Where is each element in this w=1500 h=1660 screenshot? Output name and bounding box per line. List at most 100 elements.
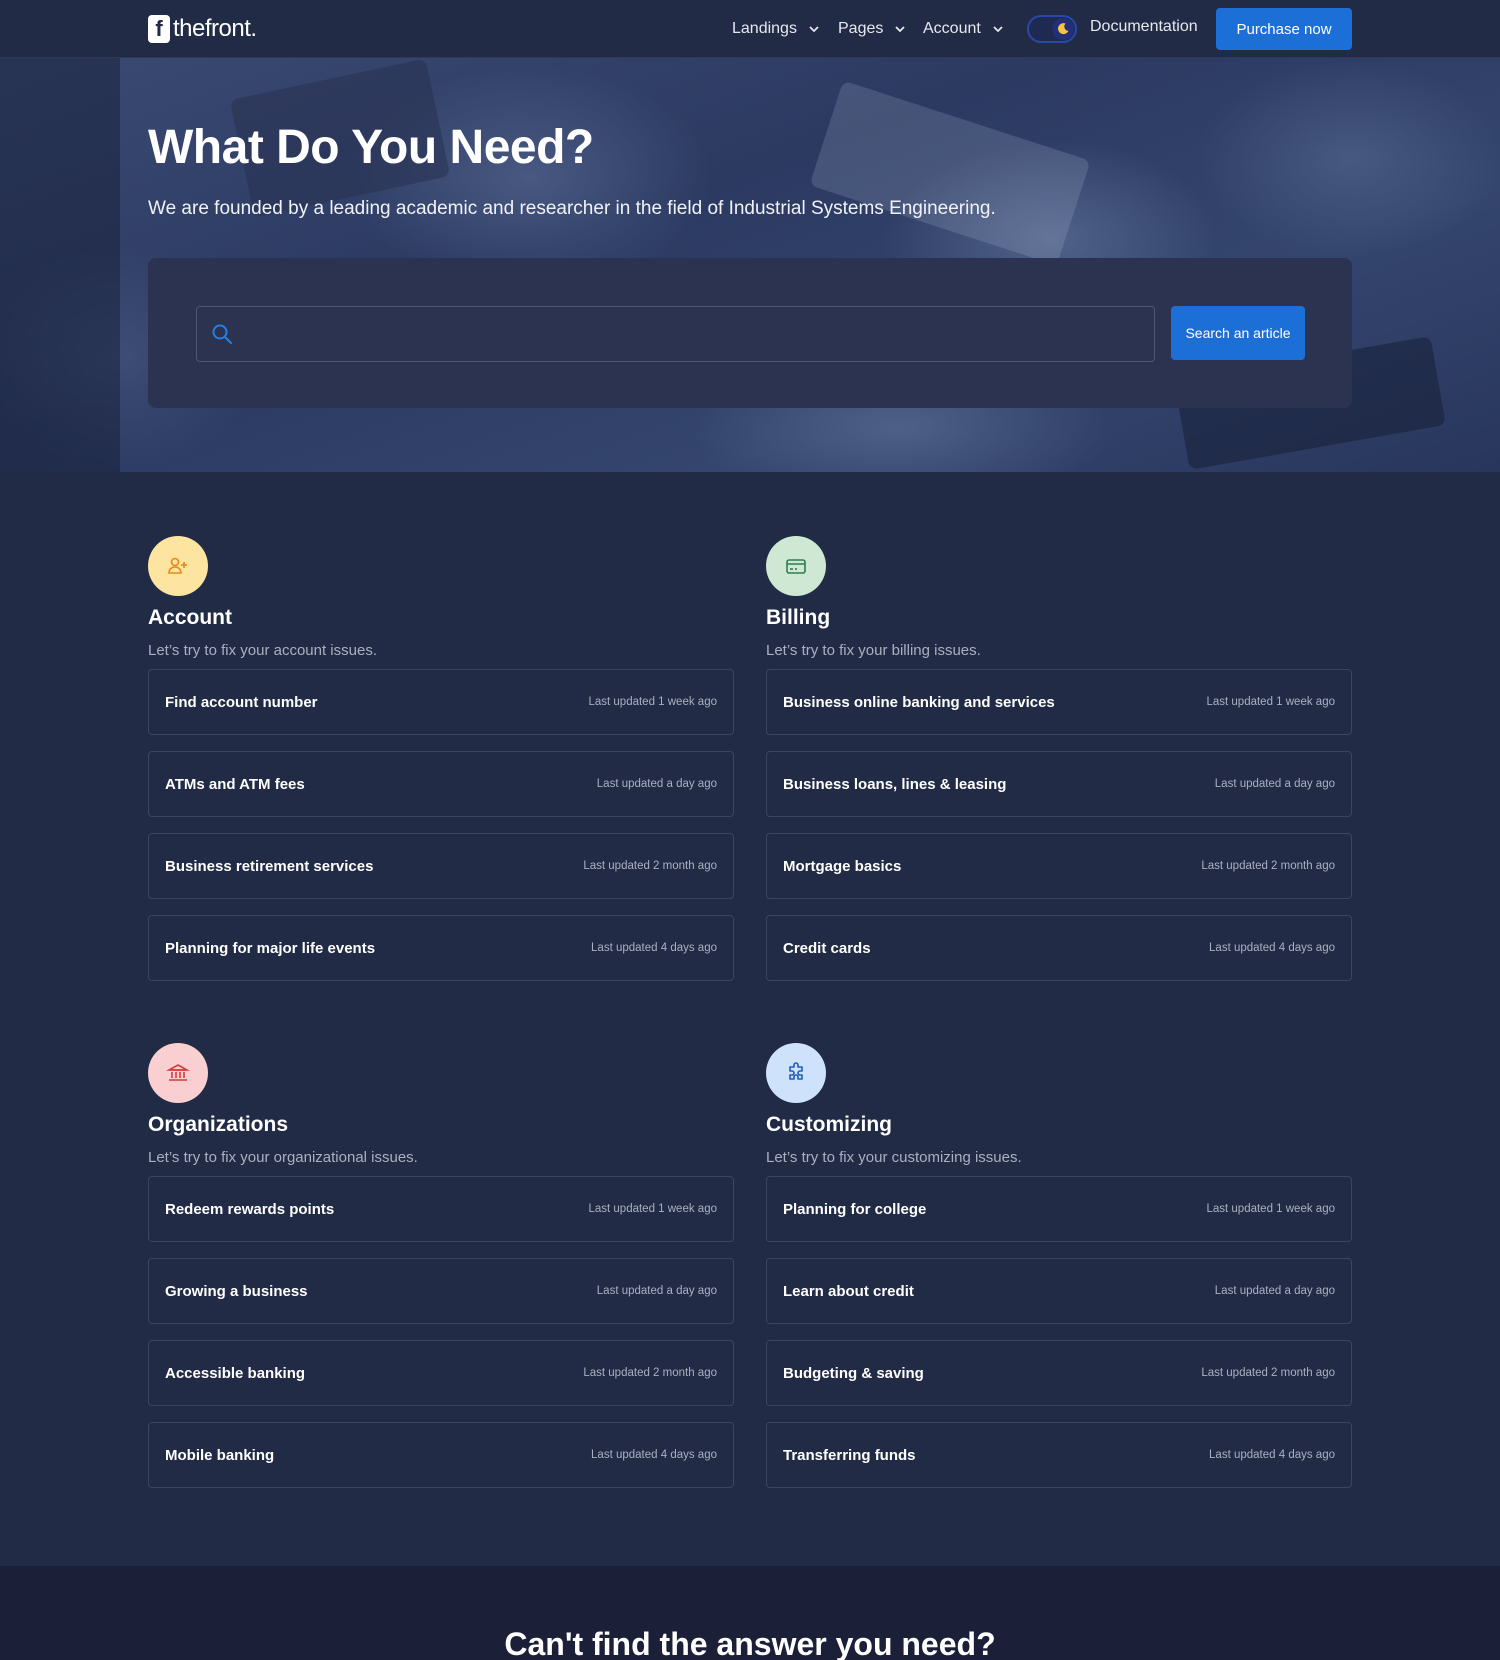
category-title: Organizations — [148, 1113, 289, 1136]
article-item[interactable]: Accessible banking Last updated 2 month … — [148, 1340, 734, 1406]
article-item[interactable]: Credit cards Last updated 4 days ago — [766, 915, 1352, 981]
article-item[interactable]: Business retirement services Last update… — [148, 833, 734, 899]
article-title: ATMs and ATM fees — [165, 775, 305, 793]
category-icon-wrap — [148, 1043, 208, 1103]
article-item[interactable]: Business loans, lines & leasing Last upd… — [766, 751, 1352, 817]
article-updated: Last updated 1 week ago — [588, 696, 717, 708]
article-title: Business retirement services — [165, 857, 374, 875]
user-plus-icon — [168, 557, 187, 574]
article-list: Business online banking and services Las… — [766, 669, 1352, 981]
article-title: Budgeting & saving — [783, 1364, 924, 1382]
article-updated: Last updated 1 week ago — [1206, 696, 1335, 708]
article-updated: Last updated 4 days ago — [1209, 942, 1335, 954]
nav-documentation[interactable]: Documentation — [1090, 18, 1198, 36]
article-updated: Last updated 2 month ago — [1201, 1367, 1335, 1379]
article-title: Accessible banking — [165, 1364, 306, 1382]
chevron-down-icon — [895, 26, 906, 33]
article-updated: Last updated a day ago — [1214, 1285, 1335, 1297]
puzzle-icon — [789, 1062, 803, 1080]
search-panel: Search an article — [148, 258, 1352, 408]
article-item[interactable]: Mortgage basics Last updated 2 month ago — [766, 833, 1352, 899]
article-list: Find account number Last updated 1 week … — [148, 669, 734, 981]
article-title: Mortgage basics — [783, 857, 902, 875]
nav-landings-label: Landings — [732, 20, 797, 37]
article-title: Credit cards — [783, 939, 871, 957]
category-title: Customizing — [766, 1113, 892, 1136]
article-updated: Last updated 4 days ago — [1209, 1449, 1335, 1461]
article-item[interactable]: Planning for major life events Last upda… — [148, 915, 734, 981]
chevron-down-icon — [993, 26, 1003, 33]
category-icon-wrap — [766, 1043, 826, 1103]
search-icon — [212, 324, 232, 344]
toggle-knob — [1052, 18, 1074, 40]
article-updated: Last updated 2 month ago — [583, 860, 717, 872]
category-billing: Billing Let’s try to fix your billing is… — [766, 536, 1352, 997]
article-item[interactable]: Mobile banking Last updated 4 days ago — [148, 1422, 734, 1488]
article-item[interactable]: Planning for college Last updated 1 week… — [766, 1176, 1352, 1242]
article-item[interactable]: Growing a business Last updated a day ag… — [148, 1258, 734, 1324]
hero-background-image — [0, 58, 120, 472]
category-customizing: Customizing Let’s try to fix your custom… — [766, 1043, 1352, 1504]
hero-subtitle: We are founded by a leading academic and… — [148, 198, 996, 219]
article-updated: Last updated a day ago — [596, 778, 717, 790]
article-item[interactable]: Budgeting & saving Last updated 2 month … — [766, 1340, 1352, 1406]
article-updated: Last updated 4 days ago — [591, 1449, 717, 1461]
article-title: Planning for major life events — [165, 939, 376, 957]
article-title: Business loans, lines & leasing — [783, 775, 1007, 793]
category-description: Let’s try to fix your account issues. — [148, 642, 377, 659]
article-updated: Last updated 4 days ago — [591, 942, 717, 954]
article-title: Mobile banking — [165, 1446, 275, 1464]
purchase-button[interactable]: Purchase now — [1216, 8, 1352, 50]
category-organizations: Organizations Let’s try to fix your orga… — [148, 1043, 734, 1504]
article-title: Business online banking and services — [783, 693, 1055, 711]
article-title: Planning for college — [783, 1200, 927, 1218]
article-title: Growing a business — [165, 1282, 308, 1300]
article-item[interactable]: Transferring funds Last updated 4 days a… — [766, 1422, 1352, 1488]
article-item[interactable]: ATMs and ATM fees Last updated a day ago — [148, 751, 734, 817]
moon-icon — [1058, 23, 1069, 35]
nav-landings[interactable]: Landings — [732, 16, 819, 42]
nav-pages-label: Pages — [838, 20, 884, 37]
article-updated: Last updated 1 week ago — [1206, 1203, 1335, 1215]
hero-background-image — [809, 80, 1091, 266]
article-item[interactable]: Business online banking and services Las… — [766, 669, 1352, 735]
article-updated: Last updated 2 month ago — [583, 1367, 717, 1379]
credit-card-icon — [786, 559, 806, 574]
logo[interactable]: f thefront. — [148, 14, 257, 44]
article-title: Redeem rewards points — [165, 1200, 335, 1218]
article-list: Redeem rewards points Last updated 1 wee… — [148, 1176, 734, 1488]
article-updated: Last updated a day ago — [596, 1285, 717, 1297]
category-icon-wrap — [148, 536, 208, 596]
article-updated: Last updated a day ago — [1214, 778, 1335, 790]
category-icon-wrap — [766, 536, 826, 596]
article-title: Transferring funds — [783, 1446, 916, 1464]
article-list: Planning for college Last updated 1 week… — [766, 1176, 1352, 1488]
article-item[interactable]: Redeem rewards points Last updated 1 wee… — [148, 1176, 734, 1242]
category-title: Account — [148, 606, 232, 629]
article-item[interactable]: Learn about credit Last updated a day ag… — [766, 1258, 1352, 1324]
logo-text: thefront. — [173, 15, 257, 42]
article-title: Find account number — [165, 693, 318, 711]
cta-section: Can't find the answer you need? — [0, 1566, 1500, 1660]
category-description: Let’s try to fix your customizing issues… — [766, 1149, 1022, 1166]
article-updated: Last updated 1 week ago — [588, 1203, 717, 1215]
article-item[interactable]: Find account number Last updated 1 week … — [148, 669, 734, 735]
bank-icon — [166, 1064, 190, 1081]
cta-title: Can't find the answer you need? — [504, 1626, 996, 1660]
top-navbar: f thefront. Landings Pages Account Docum… — [0, 0, 1500, 58]
article-updated: Last updated 2 month ago — [1201, 860, 1335, 872]
category-title: Billing — [766, 606, 831, 629]
article-title: Learn about credit — [783, 1282, 914, 1300]
nav-account[interactable]: Account — [923, 16, 1003, 42]
search-article-button[interactable]: Search an article — [1171, 306, 1305, 360]
search-input[interactable] — [196, 306, 1155, 362]
chevron-down-icon — [809, 26, 819, 33]
hero-section: What Do You Need? We are founded by a le… — [0, 58, 1500, 472]
category-description: Let’s try to fix your billing issues. — [766, 642, 981, 659]
page-title: What Do You Need? — [148, 121, 594, 174]
category-account: Account Let’s try to fix your account is… — [148, 536, 734, 997]
nav-account-label: Account — [923, 20, 981, 37]
logo-mark: f — [148, 15, 170, 43]
nav-pages[interactable]: Pages — [838, 16, 906, 42]
theme-toggle[interactable] — [1027, 15, 1077, 43]
